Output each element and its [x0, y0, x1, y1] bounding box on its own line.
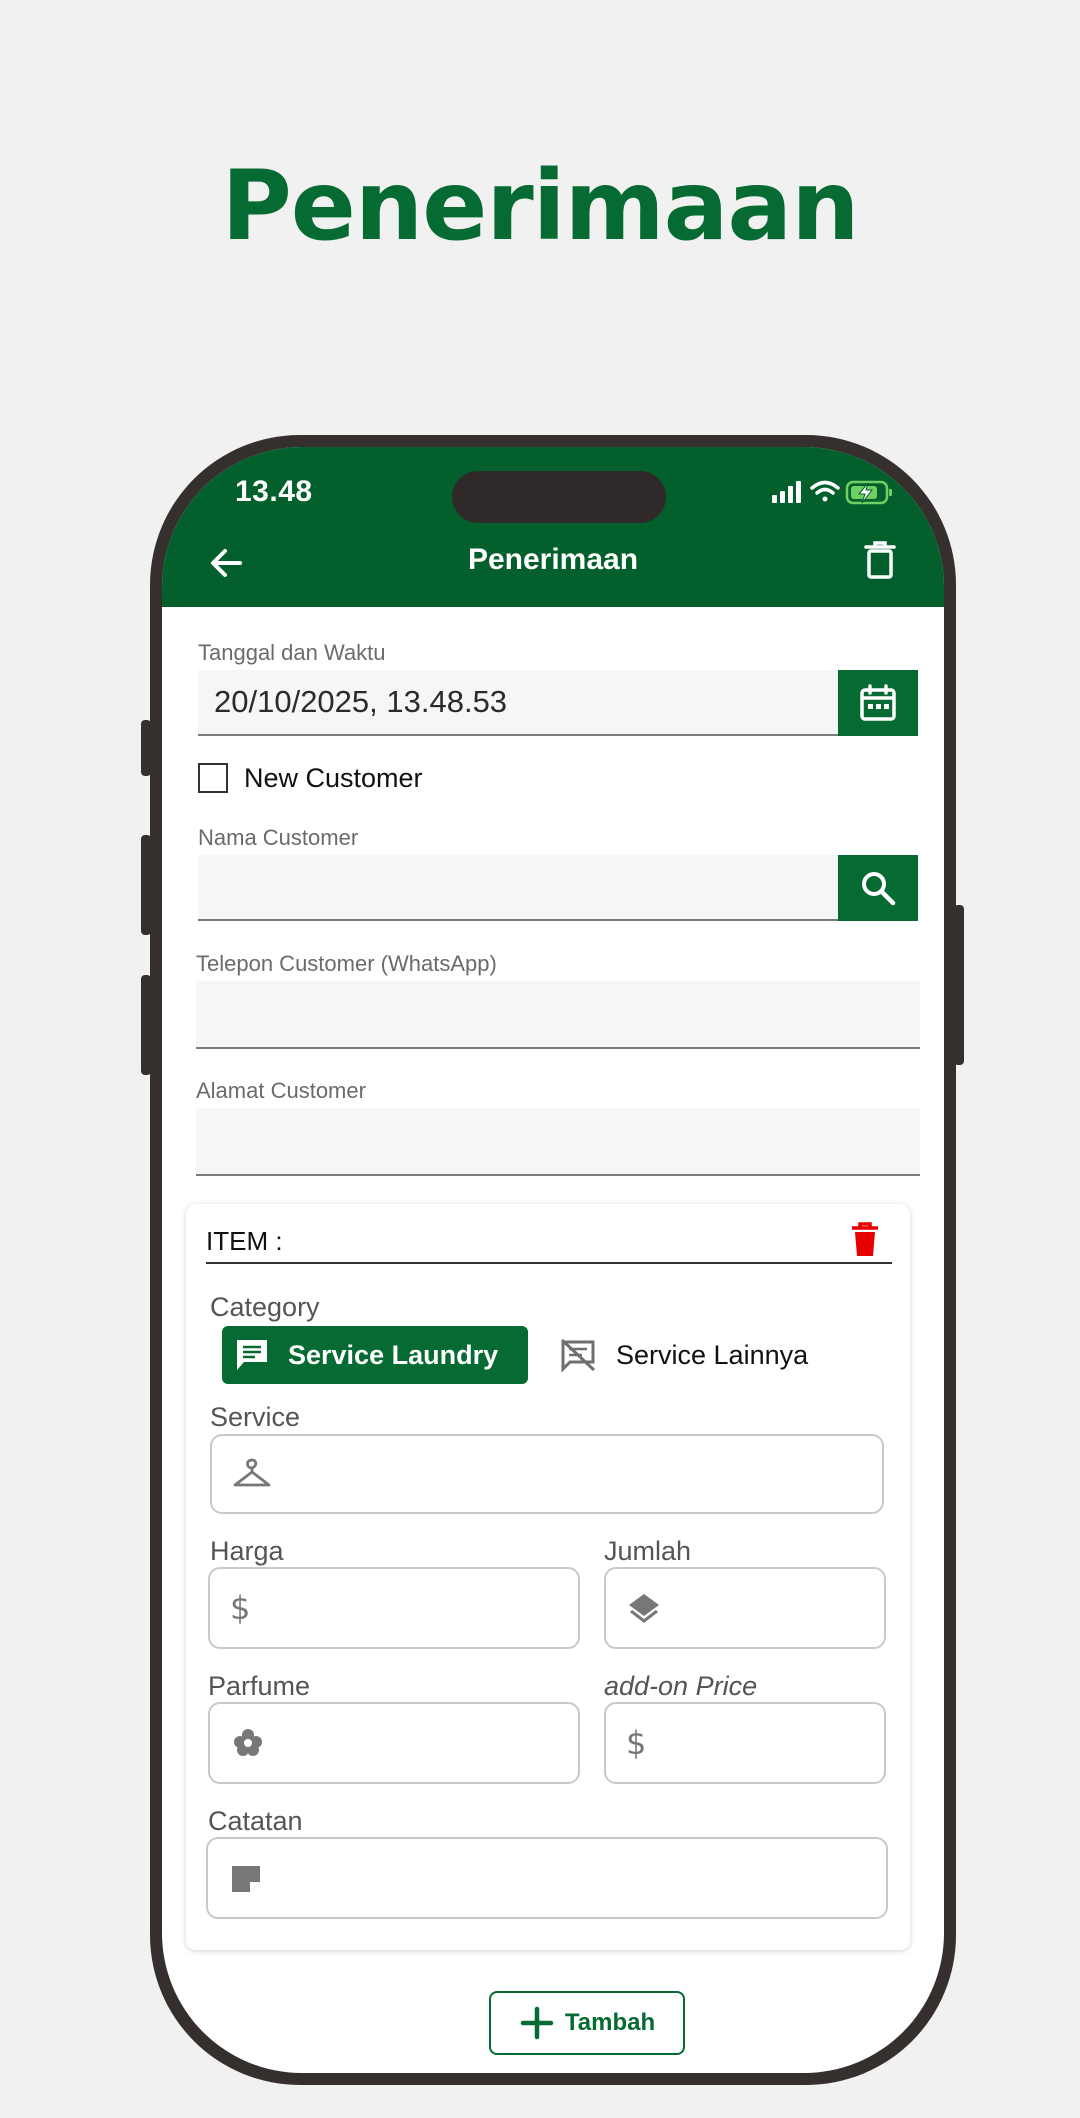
flower-icon	[234, 1729, 262, 1756]
harga-input[interactable]: $	[208, 1567, 580, 1649]
parfume-input[interactable]	[208, 1702, 580, 1784]
jumlah-input[interactable]	[604, 1567, 886, 1649]
appbar-title: Penerimaan	[467, 543, 639, 576]
add-item-label: Tambah	[564, 2009, 656, 2036]
service-label: Service	[210, 1402, 301, 1432]
addon-price-label: add-on Price	[604, 1671, 758, 1701]
trash-icon	[864, 541, 896, 579]
item-divider	[206, 1262, 892, 1264]
category-service-lainnya-label: Service Lainnya	[616, 1339, 809, 1370]
dynamic-island	[452, 471, 666, 523]
status-icons	[772, 480, 892, 505]
name-label: Nama Customer	[198, 825, 359, 850]
wifi-icon	[810, 480, 840, 502]
category-service-laundry[interactable]: Service Laundry	[222, 1326, 528, 1384]
search-customer-button[interactable]	[838, 855, 918, 921]
phone-volume-up	[141, 835, 151, 935]
status-time: 13.48	[235, 475, 313, 508]
addon-price-input[interactable]: $	[604, 1702, 886, 1784]
hero-title: Penerimaan	[221, 150, 859, 262]
calendar-icon	[860, 684, 896, 721]
add-item-button[interactable]: Tambah	[489, 1991, 685, 2055]
catatan-label: Catatan	[208, 1806, 303, 1836]
catatan-input[interactable]	[206, 1837, 888, 1919]
app-bar: 13.48 Penerimaan	[162, 447, 944, 607]
category-service-lainnya[interactable]: Service Lainnya	[558, 1326, 858, 1384]
hanger-icon	[233, 1458, 271, 1487]
customer-phone-input[interactable]	[196, 981, 920, 1049]
note-icon	[232, 1866, 260, 1892]
service-input[interactable]	[210, 1434, 884, 1514]
address-label: Alamat Customer	[196, 1078, 366, 1103]
plus-icon	[520, 2006, 554, 2040]
message-icon	[237, 1340, 267, 1370]
delete-button[interactable]	[862, 539, 898, 581]
new-customer-label: New Customer	[244, 763, 423, 793]
phone-side-button	[141, 720, 151, 776]
item-title: ITEM :	[206, 1226, 283, 1256]
customer-address-input[interactable]	[196, 1108, 920, 1176]
category-label: Category	[210, 1292, 320, 1322]
category-service-laundry-label: Service Laundry	[288, 1339, 499, 1370]
harga-label: Harga	[210, 1536, 284, 1566]
comments-disabled-icon	[560, 1338, 596, 1373]
phone-power-button	[954, 905, 964, 1065]
parfume-label: Parfume	[208, 1671, 311, 1701]
date-label: Tanggal dan Waktu	[198, 640, 386, 665]
customer-name-input[interactable]	[198, 855, 840, 921]
signal-icon	[772, 481, 801, 503]
phone-volume-down	[141, 975, 151, 1075]
phone-label: Telepon Customer (WhatsApp)	[196, 951, 497, 976]
delete-item-button[interactable]	[850, 1222, 880, 1258]
battery-icon	[845, 480, 892, 505]
search-icon	[862, 872, 896, 906]
layers-icon	[629, 1594, 659, 1623]
phone-frame: 13.48 Penerimaan Tanggal dan Waktu 20/10…	[141, 435, 964, 2085]
dollar-icon: $	[626, 1724, 647, 1762]
new-customer-checkbox[interactable]	[198, 763, 228, 793]
calendar-button[interactable]	[838, 670, 918, 736]
jumlah-label: Jumlah	[604, 1536, 692, 1566]
trash-icon	[852, 1222, 878, 1256]
item-card: ITEM : Category Service Laundry Service …	[186, 1204, 910, 1950]
date-field[interactable]: 20/10/2025, 13.48.53	[198, 670, 840, 736]
dollar-icon: $	[230, 1589, 251, 1627]
phone-screen: 13.48 Penerimaan Tanggal dan Waktu 20/10…	[162, 447, 944, 2073]
